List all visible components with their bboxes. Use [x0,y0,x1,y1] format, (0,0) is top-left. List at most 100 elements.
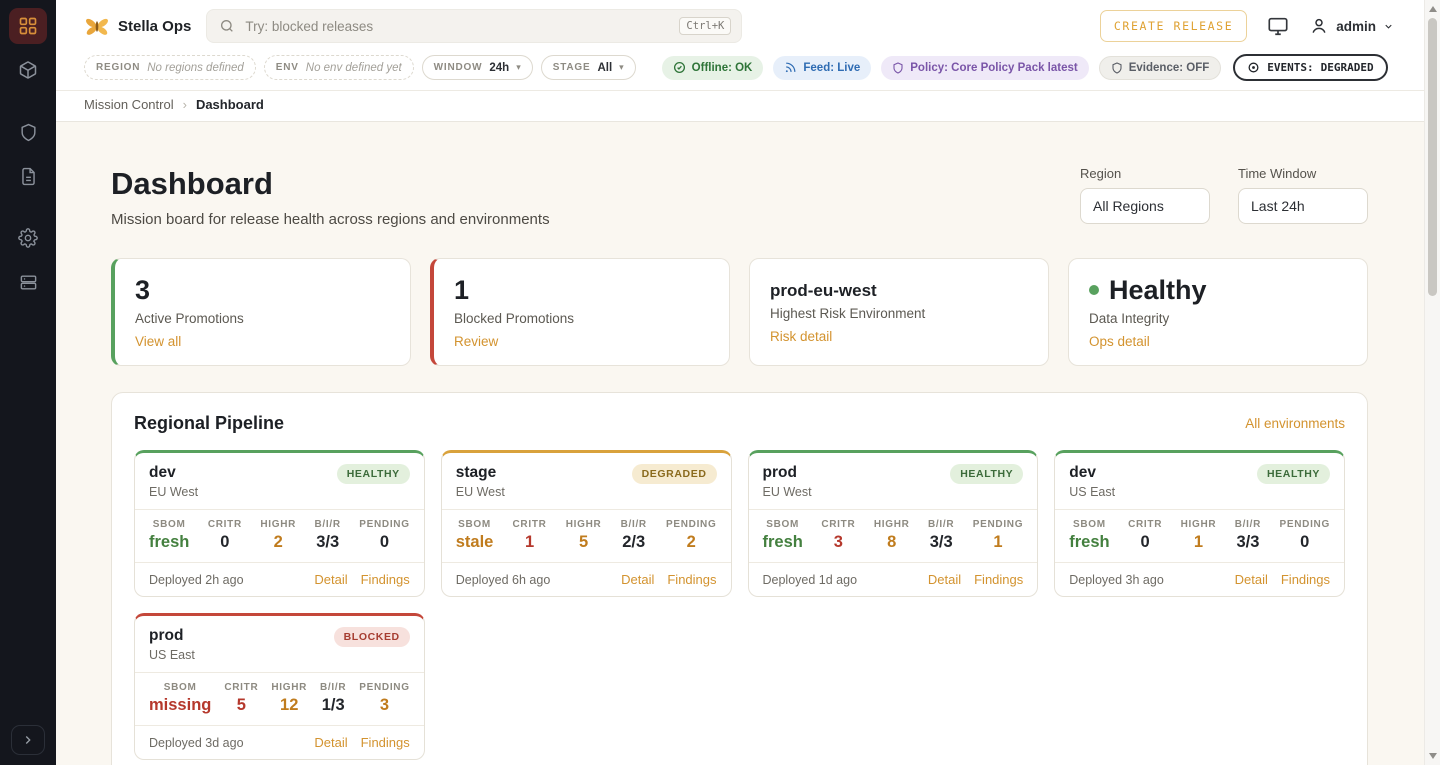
stat-value: 3 [135,274,390,306]
metric-value-critr: 3 [821,533,855,552]
user-menu[interactable]: admin [1309,16,1394,36]
breadcrumb: Mission Control › Dashboard [56,91,1424,122]
context-bar: REGION No regions defined ENV No env def… [56,52,1424,91]
chevron-down-icon: ▾ [619,63,624,72]
ops-detail-link[interactable]: Ops detail [1089,334,1150,349]
metric-value-sbom: fresh [1069,533,1109,552]
environment-grid: dev EU West HEALTHY SBOMfresh CRITR0 HIG… [134,450,1345,760]
scrollbar-thumb[interactable] [1428,18,1437,296]
metric-value-sbom: stale [456,533,494,552]
metric-header-highr: HIGHR [1181,519,1217,530]
sidebar-item-releases[interactable] [9,52,47,88]
metric-header-highr: HIGHR [874,519,910,530]
risk-detail-link[interactable]: Risk detail [770,329,832,344]
environment-name: prod [763,464,812,482]
stat-value: 1 [454,274,709,306]
detail-link[interactable]: Detail [621,572,654,587]
env-filter-pill[interactable]: ENV No env defined yet [264,55,414,80]
feed-status-chip[interactable]: Feed: Live [773,56,871,80]
sidebar-item-infrastructure[interactable] [9,264,47,300]
environment-metrics: SBOMfresh CRITR0 HIGHR1 B/I/R3/3 PENDING… [1055,509,1344,562]
window-filter-label: WINDOW [434,62,483,73]
create-release-button[interactable]: CREATE RELEASE [1100,10,1247,42]
scrollbar[interactable] [1424,0,1440,765]
view-all-link[interactable]: View all [135,334,181,349]
sidebar-expand-button[interactable] [11,725,45,755]
findings-link[interactable]: Findings [361,735,410,750]
metric-header-critr: CRITR [513,519,547,530]
review-link[interactable]: Review [454,334,498,349]
circle-dot-icon [1247,61,1260,74]
detail-link[interactable]: Detail [1235,572,1268,587]
findings-link[interactable]: Findings [667,572,716,587]
breadcrumb-mission-control[interactable]: Mission Control [84,97,174,112]
environment-name: dev [1069,464,1115,482]
sidebar-item-security[interactable] [9,114,47,150]
stat-label: Active Promotions [135,311,390,326]
metric-header-critr: CRITR [224,682,258,693]
top-header: Stella Ops Ctrl+K CREATE RELEASE admin [56,0,1424,52]
monitor-icon [1267,15,1289,37]
window-filter-value: 24h [489,62,509,74]
environment-region: EU West [149,485,198,499]
events-value: DEGRADED [1321,61,1374,74]
offline-status-chip[interactable]: Offline: OK [662,56,764,80]
policy-status-chip[interactable]: Policy: Core Policy Pack latest [881,56,1088,80]
metric-value-pending: 3 [359,696,409,715]
stage-filter-value: All [597,62,612,74]
display-button[interactable] [1267,15,1289,37]
metric-header-pending: PENDING [666,519,716,530]
status-badge: DEGRADED [632,464,717,484]
detail-link[interactable]: Detail [928,572,961,587]
environment-metrics: SBOMstale CRITR1 HIGHR5 B/I/R2/3 PENDING… [442,509,731,562]
metric-value-sbom: fresh [149,533,189,552]
region-select-group: Region All Regions [1080,166,1210,224]
stat-card-highest-risk: prod-eu-west Highest Risk Environment Ri… [749,258,1049,366]
shield-icon [19,123,38,142]
shield-icon [892,62,904,74]
search-input[interactable] [245,19,669,34]
metric-value-highr: 12 [271,696,307,715]
metric-value-bir: 3/3 [928,533,954,552]
breadcrumb-separator: › [183,97,187,112]
stat-label: Data Integrity [1089,311,1347,326]
sidebar-item-dashboard[interactable] [9,8,47,44]
stage-filter-pill[interactable]: STAGE All ▾ [541,55,636,80]
events-status-chip[interactable]: EVENTS: DEGRADED [1233,54,1387,81]
search-icon [219,18,235,34]
gear-icon [18,228,38,248]
evidence-status-chip[interactable]: Evidence: OFF [1099,56,1222,80]
metric-header-sbom: SBOM [456,519,494,530]
metric-header-critr: CRITR [1128,519,1162,530]
all-environments-link[interactable]: All environments [1245,416,1345,431]
sidebar-item-documents[interactable] [9,158,47,194]
metric-header-critr: CRITR [208,519,242,530]
regional-pipeline-section: Regional Pipeline All environments dev E… [111,392,1368,765]
metric-value-sbom: fresh [763,533,803,552]
region-filter-pill[interactable]: REGION No regions defined [84,55,256,80]
metric-header-bir: B/I/R [315,519,341,530]
brand[interactable]: Stella Ops [84,15,191,37]
stat-value: prod-eu-west [770,274,1028,301]
page-subtitle: Mission board for release health across … [111,211,550,228]
metric-value-critr: 0 [1128,533,1162,552]
metric-header-pending: PENDING [1280,519,1330,530]
metric-header-highr: HIGHR [271,682,307,693]
metric-header-highr: HIGHR [566,519,602,530]
global-search[interactable]: Ctrl+K [206,9,742,43]
findings-link[interactable]: Findings [1281,572,1330,587]
stat-value: Healthy [1089,274,1347,306]
findings-link[interactable]: Findings [361,572,410,587]
metric-value-highr: 1 [1181,533,1217,552]
window-filter-pill[interactable]: WINDOW 24h ▾ [422,55,533,80]
scrollbar-down-arrow[interactable] [1429,753,1437,759]
sidebar-item-settings[interactable] [9,220,47,256]
time-window-select[interactable]: Last 24h [1238,188,1368,224]
findings-link[interactable]: Findings [974,572,1023,587]
detail-link[interactable]: Detail [314,735,347,750]
time-window-select-label: Time Window [1238,166,1368,181]
region-select[interactable]: All Regions [1080,188,1210,224]
detail-link[interactable]: Detail [314,572,347,587]
scrollbar-up-arrow[interactable] [1429,6,1437,12]
deployed-time: Deployed 2h ago [149,573,244,587]
